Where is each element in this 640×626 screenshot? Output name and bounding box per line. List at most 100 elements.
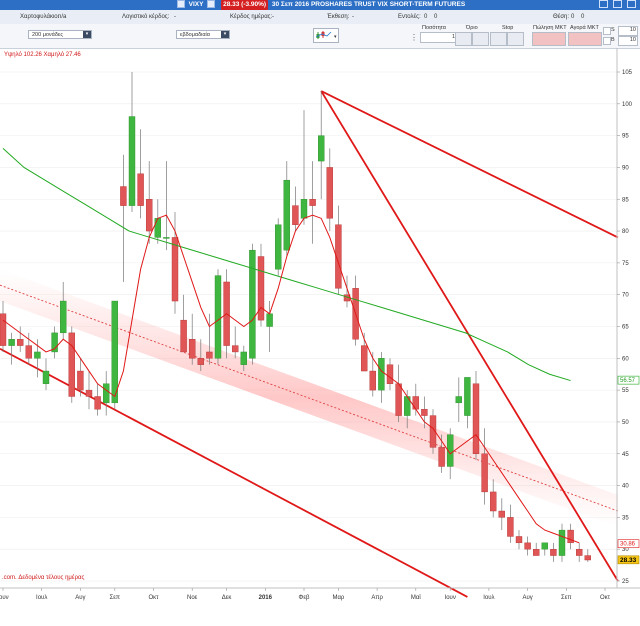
s-value: 10 xyxy=(629,27,636,33)
candle-body xyxy=(231,345,239,353)
candle-body xyxy=(576,548,583,556)
footer-data-link[interactable]: .com. Δεδομένα τέλους ημέρας xyxy=(2,574,84,581)
candle-body xyxy=(0,313,7,346)
candle-body xyxy=(60,300,67,334)
svg-text:▾: ▾ xyxy=(334,34,337,40)
price-chart[interactable]: 25 30 35 40 45 50 55 60 65 70 75 80 85 90 95 100 105 Ιου… xyxy=(0,48,640,621)
account-info-bar: Χαρτοφυλάκιο: n/a Λογιστικό κέρδος: - Κέ… xyxy=(0,10,640,25)
candle-body xyxy=(292,205,299,225)
candle-body xyxy=(34,351,41,359)
x-tick-label: Αυγ xyxy=(75,595,85,601)
y-tick-label: 95 xyxy=(622,134,629,140)
y-tick-label: 45 xyxy=(622,452,629,458)
orders-value: 0 xyxy=(424,14,428,20)
price-chart-svg[interactable]: 25 30 35 40 45 50 55 60 65 70 75 80 85 90 95 100 105 Ιου… xyxy=(0,48,640,621)
b-value-input[interactable]: 10 xyxy=(618,36,638,46)
maximize-icon[interactable] xyxy=(613,0,623,9)
candle-body xyxy=(472,383,480,454)
candle-body xyxy=(369,370,376,391)
positions-value: 0 xyxy=(571,14,575,20)
y-tick-label: 35 xyxy=(622,515,629,521)
candle-body xyxy=(249,249,256,359)
y-tick-label: 75 xyxy=(622,261,629,267)
candle-body xyxy=(550,548,557,556)
b-value: 10 xyxy=(629,37,636,43)
portfolio-label: Χαρτοφυλάκιο: xyxy=(20,14,60,20)
x-tick-label: Ιουν xyxy=(0,595,9,601)
buy-mkt-button[interactable] xyxy=(568,32,602,46)
price-change-badge: 28.33 (-3.90%) xyxy=(221,0,269,10)
info-icon[interactable] xyxy=(207,0,216,9)
y-tick-label: 80 xyxy=(622,229,629,235)
stop-up-button[interactable] xyxy=(507,32,524,46)
stop-down-button[interactable] xyxy=(490,32,507,46)
sell-mkt-button[interactable] xyxy=(532,32,566,46)
candle-body xyxy=(68,332,76,397)
y-tick-label: 25 xyxy=(622,579,629,585)
candle-body xyxy=(206,351,213,359)
quantity-input[interactable]: 1 xyxy=(420,32,458,43)
candlestick-chart-icon: ▾ xyxy=(315,31,337,40)
minimize-icon[interactable] xyxy=(599,0,609,9)
instrument-title: 30 Σεπ 2016 PROSHARES TRUST VIX SHORT-TE… xyxy=(271,1,466,8)
candle-body xyxy=(515,536,523,544)
candle-body xyxy=(171,237,179,302)
b-checkbox[interactable] xyxy=(603,37,611,45)
period-select-value: 200 μονάδες xyxy=(32,32,64,38)
exposure-label: Έκθεση: xyxy=(327,14,350,20)
candle-body xyxy=(395,383,402,416)
candle-body xyxy=(214,275,222,359)
ma-short-badge-label: 30.86 xyxy=(620,542,636,548)
x-tick-label: Σεπ xyxy=(110,595,121,601)
day-profit-label: Κέρδος ημέρας: xyxy=(230,14,273,20)
y-tick-label: 50 xyxy=(622,420,629,426)
candle-body xyxy=(197,358,205,365)
y-tick-label: 105 xyxy=(622,70,633,76)
candle-body xyxy=(481,453,488,493)
x-tick-label: Δεκ xyxy=(222,595,233,601)
close-icon[interactable] xyxy=(627,0,636,9)
candle-body xyxy=(584,555,591,561)
candle-body xyxy=(77,370,84,391)
limit-down-button[interactable] xyxy=(455,32,472,46)
x-tick-label: Οκτ xyxy=(148,595,159,601)
candle-body xyxy=(533,548,540,556)
interval-select[interactable]: εβδομαδιαία ▾ xyxy=(176,30,230,39)
candle-body xyxy=(386,364,394,384)
x-tick-label: Μαϊ xyxy=(411,595,421,601)
x-tick-label: Σεπ xyxy=(561,595,572,601)
candle-body xyxy=(524,542,531,550)
y-tick-label: 100 xyxy=(622,102,633,108)
limit-up-button[interactable] xyxy=(472,32,489,46)
candle-body xyxy=(102,383,110,404)
candle-body xyxy=(240,351,248,365)
period-select[interactable]: 200 μονάδες ▾ xyxy=(28,30,92,39)
chart-type-button[interactable]: ▾ xyxy=(313,28,339,43)
buy-mkt-label: Αγορά ΜΚΤ xyxy=(570,25,599,31)
portfolio-value: n/a xyxy=(58,14,67,20)
high-low-annotation: Υψηλό 102.26 Χαμηλό 27.46 xyxy=(4,51,81,58)
candle-body xyxy=(120,186,127,206)
chart-toolbar: 200 μονάδες ▾ εβδομαδιαία ▾ ▾ ⋮ Ποσότητα… xyxy=(0,24,640,49)
x-tick-label: Οκτ xyxy=(600,595,611,601)
y-tick-label: 55 xyxy=(622,388,629,394)
drag-handle-icon[interactable]: ⋮ xyxy=(410,33,418,42)
candle-body xyxy=(283,179,290,251)
x-tick-label: Αυγ xyxy=(522,595,532,601)
candle-body xyxy=(412,396,419,410)
candle-body xyxy=(188,339,196,359)
b-label: B xyxy=(611,37,615,43)
candle-body xyxy=(85,389,93,397)
x-tick-label: Μαρ xyxy=(332,595,344,601)
positions-value-2: 0 xyxy=(581,14,585,20)
candle-body xyxy=(378,358,385,391)
candle-body xyxy=(309,199,316,206)
x-tick-label: Ιουν xyxy=(445,595,456,601)
x-axis-ticks: Ιουν Ιουλ Αυγ Σεπ Οκτ Νοε Δεκ 2016 Φεβ Μαρ Απρ Μαϊ Ι… xyxy=(0,588,611,601)
candle-body xyxy=(128,116,136,206)
s-value-input[interactable]: 10 xyxy=(618,26,638,36)
candle-body xyxy=(300,199,308,219)
candle-body xyxy=(507,517,514,537)
s-checkbox[interactable] xyxy=(603,27,611,35)
interval-select-value: εβδομαδιαία xyxy=(180,32,210,38)
